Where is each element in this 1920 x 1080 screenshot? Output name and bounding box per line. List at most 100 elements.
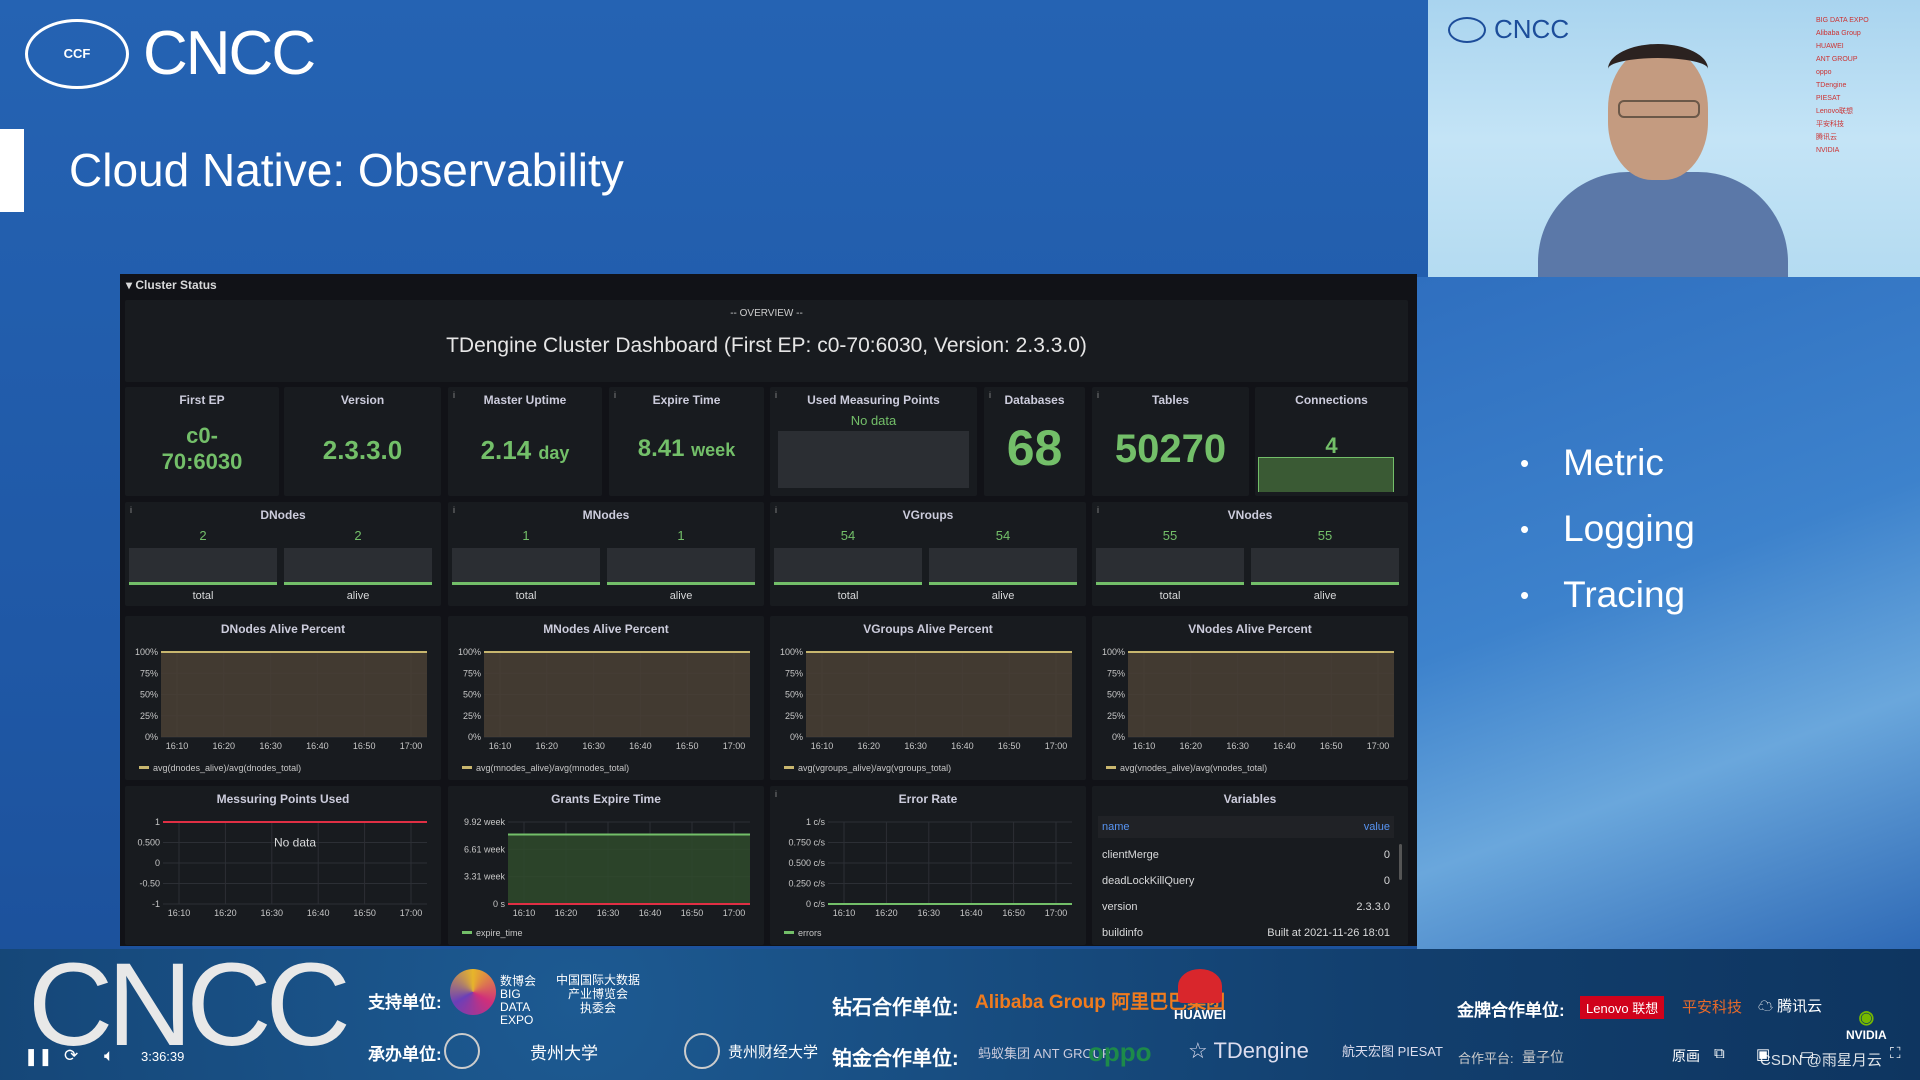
y-tick-label: 75% [1107,668,1125,678]
series-area [484,652,750,737]
total-label: total [515,590,537,602]
legend-label[interactable]: avg(mnodes_alive)/avg(mnodes_total) [476,763,629,773]
alive-count: 2 [354,528,362,543]
alive-bar-gauge [929,548,1077,585]
nodes-panel-vnodes: i VNodes 55 total 55 alive [1092,502,1408,606]
tencent-text: 腾讯云 [1777,998,1823,1015]
x-tick-label: 16:40 [629,741,652,751]
row-title: Cluster Status [135,278,217,292]
variable-value: Built at 2021-11-26 18:01 [1267,927,1390,939]
nvidia-text: NVIDIA [1846,1028,1887,1042]
pingan-logo: 平安科技 [1682,999,1743,1016]
chart-panel: Messuring Points Used -1 -0.50 0 0.500 1 16:10… [125,786,441,945]
legend-label[interactable]: avg(vgroups_alive)/avg(vgroups_total) [798,763,951,773]
webcam-sponsor: Alibaba Group [1816,30,1861,37]
variable-name: deadLockKillQuery [1102,875,1195,887]
total-label: total [1159,590,1181,602]
y-tick-label: 25% [785,711,803,721]
chart-panel: MNodes Alive Percent 0% 25% 50% 75% 100% 16:10… [448,616,764,780]
chart-svg: 0% 25% 50% 75% 100% 16:10 16:20 16:30 16:40 16:50… [135,647,427,773]
bullet-item: Tracing [1520,562,1695,628]
volume-icon[interactable]: 🔈︎ [104,1046,114,1066]
connections-sparkline [1258,457,1394,492]
alive-count: 55 [1317,528,1333,543]
table-row: clientMerge 0 [1098,842,1394,868]
x-tick-label: 16:50 [353,741,376,751]
webcam-sponsor: HUAWEI [1816,43,1844,50]
total-bar-gauge [129,548,277,585]
stat-value: 50270 [1092,427,1249,471]
piesat-logo: 航天宏图 PIESAT [1342,1044,1443,1059]
chart-svg: 0 s 3.31 week 6.61 week 9.92 week 16:10 16:20… [462,817,750,938]
legend-label[interactable]: avg(dnodes_alive)/avg(dnodes_total) [153,763,301,773]
y-tick-label: 0.250 c/s [788,879,825,889]
stat-value: c0- 70:6030 [125,423,279,475]
slide-title: Cloud Native: Observability [69,144,624,196]
nodes-panel-dnodes: i DNodes 2 total 2 alive [125,502,441,606]
bullet-item: Logging [1520,496,1695,562]
quality-button[interactable]: 原画 [1672,1046,1700,1066]
lenovo-logo: Lenovo 联想 [1580,996,1665,1019]
x-tick-label: 16:10 [811,741,834,751]
y-tick-label: 9.92 week [464,817,506,827]
x-tick-label: 16:10 [489,741,512,751]
legend-label[interactable]: errors [798,928,822,938]
pause-icon[interactable]: ❚❚ [24,1047,53,1067]
nvidia-logo: ◉ NVIDIA [1846,1007,1887,1042]
y-tick-label: 0% [145,732,158,742]
webcam-sponsor: BIG DATA EXPO [1816,17,1869,24]
stat-number: 2.14 [480,435,532,465]
bigdata-expo-text: 数博会 BIG DATA EXPO [500,974,537,1027]
speaker-glasses [1618,100,1700,118]
stat-panel: First EP c0- 70:6030 [125,387,279,496]
alive-bar-gauge [284,548,432,585]
variables-panel: Variables name value clientMerge 0 deadLock… [1092,786,1408,945]
chart-svg: 0% 25% 50% 75% 100% 16:10 16:20 16:30 16:40 16:50… [780,647,1072,773]
x-tick-label: 16:40 [306,741,329,751]
column-header-name[interactable]: name [1102,821,1130,833]
y-tick-label: 0% [1112,732,1125,742]
replay-icon[interactable]: ⟳ [64,1046,78,1066]
pip-icon[interactable]: ⧉ [1714,1045,1725,1062]
x-tick-label: 16:20 [555,908,578,918]
diamond-label: 钻石合作单位: [832,997,959,1019]
x-tick-label: 16:30 [904,741,927,751]
x-tick-label: 16:50 [1002,908,1025,918]
stat-unit: day [538,443,570,463]
total-label: total [192,590,214,602]
webcam-sponsor: Lenovo联想 [1816,108,1853,115]
huawei-flower-icon [1178,969,1222,1003]
guizhou-university-text: 贵州大学 [530,1044,598,1063]
legend-label[interactable]: expire_time [476,928,523,938]
y-tick-label: 0.500 [137,838,160,848]
x-tick-label: 16:20 [536,741,559,751]
stat-number: c0- 70:6030 [161,423,243,474]
scrollbar[interactable] [1399,844,1402,880]
stat-unit: week [691,440,736,460]
row-header-cluster-status[interactable]: ▾ Cluster Status [126,278,217,292]
fullscreen-icon[interactable]: ⛶ [1890,1045,1901,1062]
x-tick-label: 17:00 [1367,741,1390,751]
y-tick-label: 0.500 c/s [788,858,825,868]
total-count: 2 [199,528,207,543]
total-bar-gauge [774,548,922,585]
stat-number: 50270 [1114,427,1227,471]
legend-label[interactable]: avg(vnodes_alive)/avg(vnodes_total) [1120,763,1267,773]
y-tick-label: 0 c/s [806,899,826,909]
webcam-sponsor: 腾讯云 [1816,134,1837,141]
seal-text: CCF [63,46,91,61]
host-label: 承办单位: [368,1045,442,1064]
title-accent-bar [0,129,24,212]
x-tick-label: 16:50 [676,741,699,751]
column-header-value[interactable]: value [1364,821,1390,833]
stat-panel: Version 2.3.3.0 [284,387,441,496]
stat-value: 68 [984,421,1085,475]
stat-panel: i Databases 68 [984,387,1085,496]
stat-title: Version [340,393,385,407]
stat-panel: i Expire Time 8.41 week [609,387,764,496]
x-tick-label: 17:00 [1045,908,1068,918]
total-count: 55 [1162,528,1178,543]
qbit-logo: 量子位 [1522,1049,1564,1065]
stat-number: 8.41 [637,435,685,462]
x-tick-label: 17:00 [723,908,746,918]
